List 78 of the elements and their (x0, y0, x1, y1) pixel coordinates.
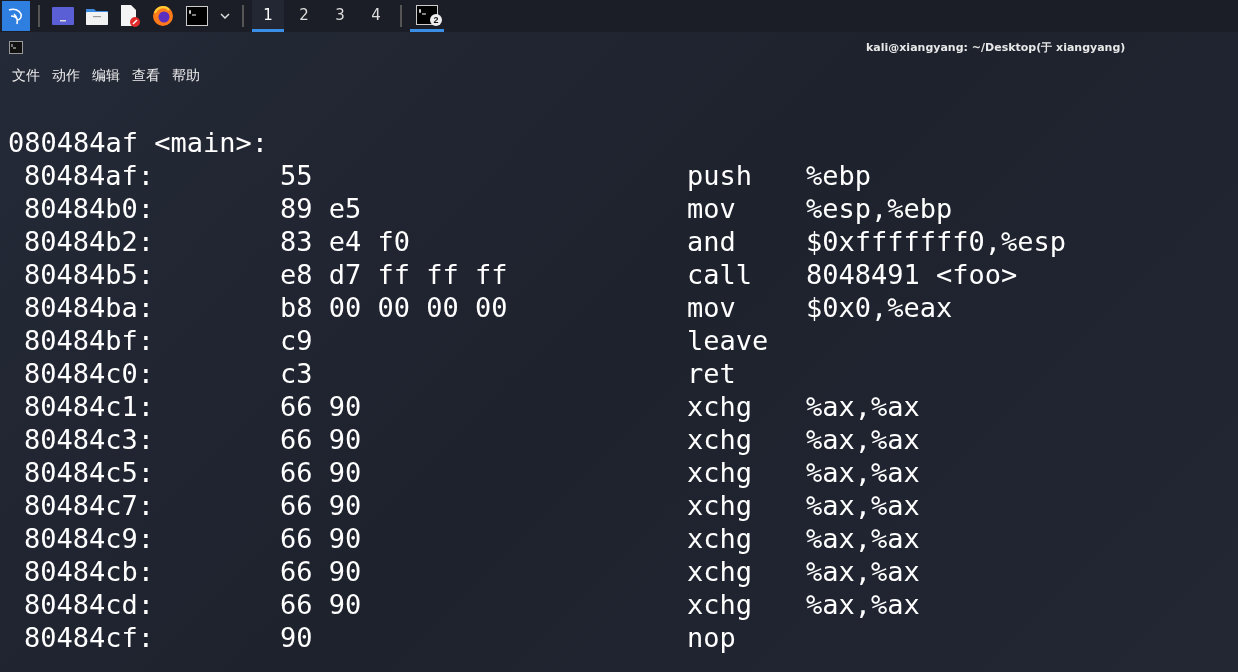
operand-text: %ax,%ax (806, 489, 920, 522)
operand-text: %ax,%ax (806, 456, 920, 489)
address-text: 80484c9: (24, 522, 156, 555)
opcode-bytes: e8 d7 ff ff ff (280, 258, 509, 291)
opcode-bytes: 66 90 (280, 489, 363, 522)
function-label: 080484af <main>: (8, 126, 269, 159)
mnemonic-text: xchg (687, 522, 754, 555)
opcode-bytes: 90 (280, 621, 314, 654)
operand-text: %esp,%ebp (806, 192, 953, 225)
workspace-tab[interactable]: 2 (288, 0, 320, 32)
address-text: 80484bf: (24, 324, 156, 357)
mnemonic-text: xchg (687, 555, 754, 588)
opcode-bytes: 66 90 (280, 456, 363, 489)
workspace-tab[interactable]: 3 (324, 0, 356, 32)
address-text: 80484b5: (24, 258, 156, 291)
mnemonic-text: call (687, 258, 754, 291)
opcode-bytes: c3 (280, 357, 314, 390)
desktop-icon (52, 7, 74, 25)
address-text: 80484c1: (24, 390, 156, 423)
workspace-tab[interactable]: 1 (252, 0, 284, 32)
mnemonic-text: xchg (687, 456, 754, 489)
mnemonic-text: xchg (687, 588, 754, 621)
mnemonic-text: xchg (687, 390, 754, 423)
mnemonic-text: leave (687, 324, 770, 357)
operand-text: 8048491 <foo> (806, 258, 1018, 291)
opcode-bytes: 89 e5 (280, 192, 363, 225)
operand-text: %ax,%ax (806, 423, 920, 456)
address-text: 80484c7: (24, 489, 156, 522)
window-title: kali@xiangyang: ~/Desktop(于 xiangyang) (866, 39, 1126, 55)
menu-item[interactable]: 文件 (6, 67, 46, 85)
mnemonic-text: and (687, 225, 737, 258)
operand-text: %ax,%ax (806, 522, 920, 555)
opcode-bytes: 66 90 (280, 423, 363, 456)
mnemonic-text: mov (687, 291, 737, 324)
mnemonic-text: xchg (687, 423, 754, 456)
operand-text: %ax,%ax (806, 555, 920, 588)
folder-icon (86, 7, 108, 25)
mnemonic-text: nop (687, 621, 737, 654)
operand-text: $0xfffffff0,%esp (806, 225, 1067, 258)
caret-icon[interactable] (220, 13, 230, 19)
opcode-bytes: 55 (280, 159, 314, 192)
operand-text: $0x0,%eax (806, 291, 953, 324)
address-text: 80484af: (24, 159, 156, 192)
menu-item[interactable]: 动作 (46, 67, 86, 85)
address-text: 80484ba: (24, 291, 156, 324)
mnemonic-text: ret (687, 357, 737, 390)
menu-item[interactable]: 编辑 (86, 67, 126, 85)
app-menu-button[interactable] (2, 1, 30, 31)
opcode-bytes: b8 00 00 00 00 (280, 291, 509, 324)
workspace-tab[interactable]: 4 (360, 0, 392, 32)
mnemonic-text: mov (687, 192, 737, 225)
opcode-bytes: 66 90 (280, 555, 363, 588)
opcode-bytes: 66 90 (280, 588, 363, 621)
mnemonic-text: xchg (687, 489, 754, 522)
address-text: 80484b0: (24, 192, 156, 225)
operand-text: %ax,%ax (806, 588, 920, 621)
menu-item[interactable]: 帮助 (166, 67, 206, 85)
address-text: 80484c5: (24, 456, 156, 489)
opcode-bytes: 66 90 (280, 390, 363, 423)
address-text: 80484c3: (24, 423, 156, 456)
address-text: 80484b2: (24, 225, 156, 258)
opcode-bytes: 66 90 (280, 522, 363, 555)
mnemonic-text: push (687, 159, 754, 192)
terminal-icon (416, 4, 438, 25)
address-text: 80484cf: (24, 621, 156, 654)
address-text: 80484c0: (24, 357, 156, 390)
address-text: 80484cb: (24, 555, 156, 588)
operand-text: %ax,%ax (806, 390, 920, 423)
browser-icon (152, 5, 174, 27)
terminal-icon (186, 6, 208, 26)
operand-text: %ebp (806, 159, 872, 192)
terminal-icon (9, 40, 23, 54)
document-icon (120, 5, 140, 27)
opcode-bytes: c9 (280, 324, 314, 357)
opcode-bytes: 83 e4 f0 (280, 225, 412, 258)
address-text: 80484cd: (24, 588, 156, 621)
terminal-task-button[interactable]: 2 (410, 0, 444, 32)
menu-item[interactable]: 查看 (126, 67, 166, 85)
